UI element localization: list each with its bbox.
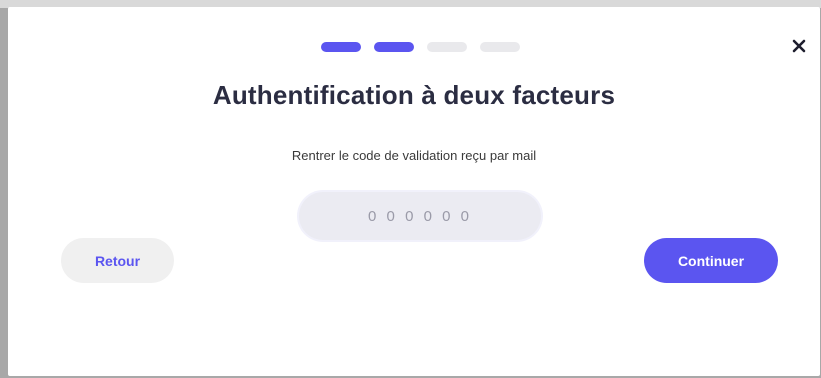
validation-code-input[interactable]	[299, 192, 541, 240]
dialog-title: Authentification à deux facteurs	[212, 80, 616, 110]
progress-step	[427, 42, 467, 52]
continue-button[interactable]: Continuer	[644, 238, 778, 283]
close-button[interactable]	[788, 35, 810, 57]
progress-step	[374, 42, 414, 52]
progress-step	[321, 42, 361, 52]
two-factor-dialog: Authentification à deux facteurs Rentrer…	[8, 7, 820, 376]
progress-stepper	[321, 42, 520, 52]
back-button[interactable]: Retour	[61, 238, 174, 283]
progress-step	[480, 42, 520, 52]
instruction-text: Rentrer le code de validation reçu par m…	[291, 148, 537, 163]
close-icon	[792, 39, 806, 53]
